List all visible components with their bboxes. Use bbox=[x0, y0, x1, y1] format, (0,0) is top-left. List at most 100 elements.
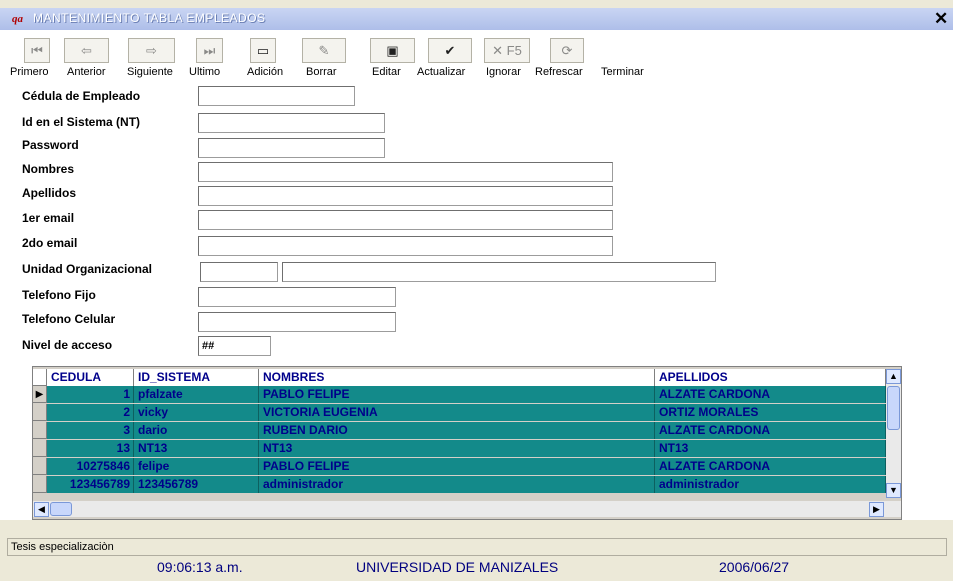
row-indicator bbox=[33, 404, 47, 421]
scroll-left-icon[interactable]: ◀ bbox=[34, 502, 49, 517]
table-row[interactable]: 10275846 felipe PABLO FELIPE ALZATE CARD… bbox=[47, 458, 886, 475]
toolbar-label-primero[interactable]: Primero bbox=[10, 66, 49, 78]
tel-fijo-field[interactable] bbox=[198, 287, 396, 307]
ignore-button[interactable]: ✕ F5 bbox=[484, 38, 530, 63]
cell-id-sistema[interactable]: vicky bbox=[134, 404, 259, 421]
cell-nombres[interactable]: administrador bbox=[259, 476, 655, 493]
vertical-scrollbar[interactable]: ▲ ▼ bbox=[886, 369, 901, 498]
nivel-label: Nivel de acceso bbox=[22, 338, 113, 352]
apellidos-field[interactable] bbox=[198, 186, 613, 206]
unidad-label: Unidad Organizacional bbox=[22, 262, 153, 276]
cell-cedula[interactable]: 2 bbox=[47, 404, 134, 421]
cell-id-sistema[interactable]: pfalzate bbox=[134, 386, 259, 403]
erase-icon: ✎ bbox=[318, 43, 330, 58]
grid-corner bbox=[33, 369, 47, 386]
tel-celular-label: Telefono Celular bbox=[22, 312, 116, 326]
toolbar-label-adicion[interactable]: Adición bbox=[247, 66, 283, 78]
next-record-icon: ⇨ bbox=[146, 43, 157, 58]
cell-cedula[interactable]: 3 bbox=[47, 422, 134, 439]
column-header-cedula[interactable]: CEDULA bbox=[47, 369, 134, 386]
column-header-apellidos[interactable]: APELLIDOS bbox=[655, 369, 886, 386]
email1-field[interactable] bbox=[198, 210, 613, 230]
status-message: Tesis especializaciòn bbox=[7, 538, 947, 556]
cell-apellidos[interactable]: ALZATE CARDONA bbox=[655, 422, 886, 439]
cedula-field[interactable] bbox=[198, 86, 355, 106]
scroll-up-icon[interactable]: ▲ bbox=[886, 369, 901, 384]
table-row[interactable]: 3 dario RUBEN DARIO ALZATE CARDONA bbox=[47, 422, 886, 439]
cell-nombres[interactable]: PABLO FELIPE bbox=[259, 458, 655, 475]
cell-nombres[interactable]: RUBEN DARIO bbox=[259, 422, 655, 439]
add-button[interactable]: ▭ bbox=[250, 38, 276, 63]
password-field[interactable] bbox=[198, 138, 385, 158]
vertical-scroll-thumb[interactable] bbox=[887, 386, 900, 430]
cell-nombres[interactable]: NT13 bbox=[259, 440, 655, 457]
email1-label: 1er email bbox=[22, 211, 75, 225]
toolbar-label-borrar[interactable]: Borrar bbox=[306, 66, 337, 78]
nombres-field[interactable] bbox=[198, 162, 613, 182]
toolbar-label-refrescar[interactable]: Refrescar bbox=[535, 66, 583, 78]
cell-cedula[interactable]: 10275846 bbox=[47, 458, 134, 475]
cell-apellidos[interactable]: ALZATE CARDONA bbox=[655, 386, 886, 403]
toolbar-label-ignorar[interactable]: Ignorar bbox=[486, 66, 521, 78]
id-sistema-field[interactable] bbox=[198, 113, 385, 133]
unidad-code-field[interactable] bbox=[200, 262, 278, 282]
cell-apellidos[interactable]: ORTIZ MORALES bbox=[655, 404, 886, 421]
column-header-nombres[interactable]: NOMBRES bbox=[259, 369, 655, 386]
row-indicator bbox=[33, 422, 47, 439]
first-record-button[interactable]: ⏮ bbox=[24, 38, 50, 63]
column-header-id-sistema[interactable]: ID_SISTEMA bbox=[134, 369, 259, 386]
table-row[interactable]: 2 vicky VICTORIA EUGENIA ORTIZ MORALES bbox=[47, 404, 886, 421]
cell-cedula[interactable]: 123456789 bbox=[47, 476, 134, 493]
cell-id-sistema[interactable]: dario bbox=[134, 422, 259, 439]
ignore-f5-icon: ✕ F5 bbox=[492, 43, 522, 58]
employees-grid[interactable]: CEDULA ID_SISTEMA NOMBRES APELLIDOS ▶ 1 … bbox=[32, 366, 902, 520]
tel-celular-field[interactable] bbox=[198, 312, 396, 332]
cell-cedula[interactable]: 1 bbox=[47, 386, 134, 403]
cell-id-sistema[interactable]: 123456789 bbox=[134, 476, 259, 493]
current-row-indicator: ▶ bbox=[33, 386, 47, 403]
table-row[interactable]: 123456789 123456789 administrador admini… bbox=[47, 476, 886, 493]
refresh-icon: ⟳ bbox=[561, 43, 573, 58]
horizontal-scrollbar[interactable]: ◀ ▶ bbox=[33, 501, 901, 517]
cell-apellidos[interactable]: administrador bbox=[655, 476, 886, 493]
erase-button[interactable]: ✎ bbox=[302, 38, 346, 63]
scroll-down-icon[interactable]: ▼ bbox=[886, 483, 901, 498]
email2-label: 2do email bbox=[22, 236, 78, 250]
toolbar-label-editar[interactable]: Editar bbox=[372, 66, 401, 78]
cell-nombres[interactable]: PABLO FELIPE bbox=[259, 386, 655, 403]
edit-icon: ▣ bbox=[386, 43, 399, 58]
table-row[interactable]: 13 NT13 NT13 NT13 bbox=[47, 440, 886, 457]
refresh-button[interactable]: ⟳ bbox=[550, 38, 584, 63]
status-bar: 09:06:13 a.m. UNIVERSIDAD DE MANIZALES 2… bbox=[7, 557, 947, 578]
table-row[interactable]: 1 pfalzate PABLO FELIPE ALZATE CARDONA bbox=[47, 386, 886, 403]
cell-apellidos[interactable]: NT13 bbox=[655, 440, 886, 457]
checkmark-icon: ✔ bbox=[444, 43, 456, 58]
last-record-icon: ⏭ bbox=[203, 43, 216, 58]
update-button[interactable]: ✔ bbox=[428, 38, 472, 63]
cell-id-sistema[interactable]: NT13 bbox=[134, 440, 259, 457]
cell-apellidos[interactable]: ALZATE CARDONA bbox=[655, 458, 886, 475]
cell-cedula[interactable]: 13 bbox=[47, 440, 134, 457]
horizontal-scroll-thumb[interactable] bbox=[50, 502, 72, 516]
toolbar-label-ultimo[interactable]: Ultimo bbox=[189, 66, 220, 78]
edit-button[interactable]: ▣ bbox=[370, 38, 415, 63]
nivel-field[interactable]: ## bbox=[198, 336, 271, 356]
previous-record-button[interactable]: ⇦ bbox=[64, 38, 109, 63]
toolbar-label-anterior[interactable]: Anterior bbox=[67, 66, 106, 78]
title-bar[interactable]: qa MANTENIMIENTO TABLA EMPLEADOS ✕ bbox=[0, 8, 953, 30]
cell-id-sistema[interactable]: felipe bbox=[134, 458, 259, 475]
toolbar-label-actualizar[interactable]: Actualizar bbox=[417, 66, 465, 78]
email2-field[interactable] bbox=[198, 236, 613, 256]
cell-nombres[interactable]: VICTORIA EUGENIA bbox=[259, 404, 655, 421]
app-window: qa MANTENIMIENTO TABLA EMPLEADOS ✕ ⏮ ⇦ ⇨… bbox=[0, 0, 953, 581]
nombres-label: Nombres bbox=[22, 162, 75, 176]
next-record-button[interactable]: ⇨ bbox=[128, 38, 175, 63]
close-icon[interactable]: ✕ bbox=[934, 9, 948, 29]
scroll-right-icon[interactable]: ▶ bbox=[869, 502, 884, 517]
toolbar-label-terminar[interactable]: Terminar bbox=[601, 66, 644, 78]
row-indicator bbox=[33, 476, 47, 493]
row-indicator bbox=[33, 440, 47, 457]
toolbar-label-siguiente[interactable]: Siguiente bbox=[127, 66, 173, 78]
last-record-button[interactable]: ⏭ bbox=[196, 38, 223, 63]
unidad-name-field[interactable] bbox=[282, 262, 716, 282]
